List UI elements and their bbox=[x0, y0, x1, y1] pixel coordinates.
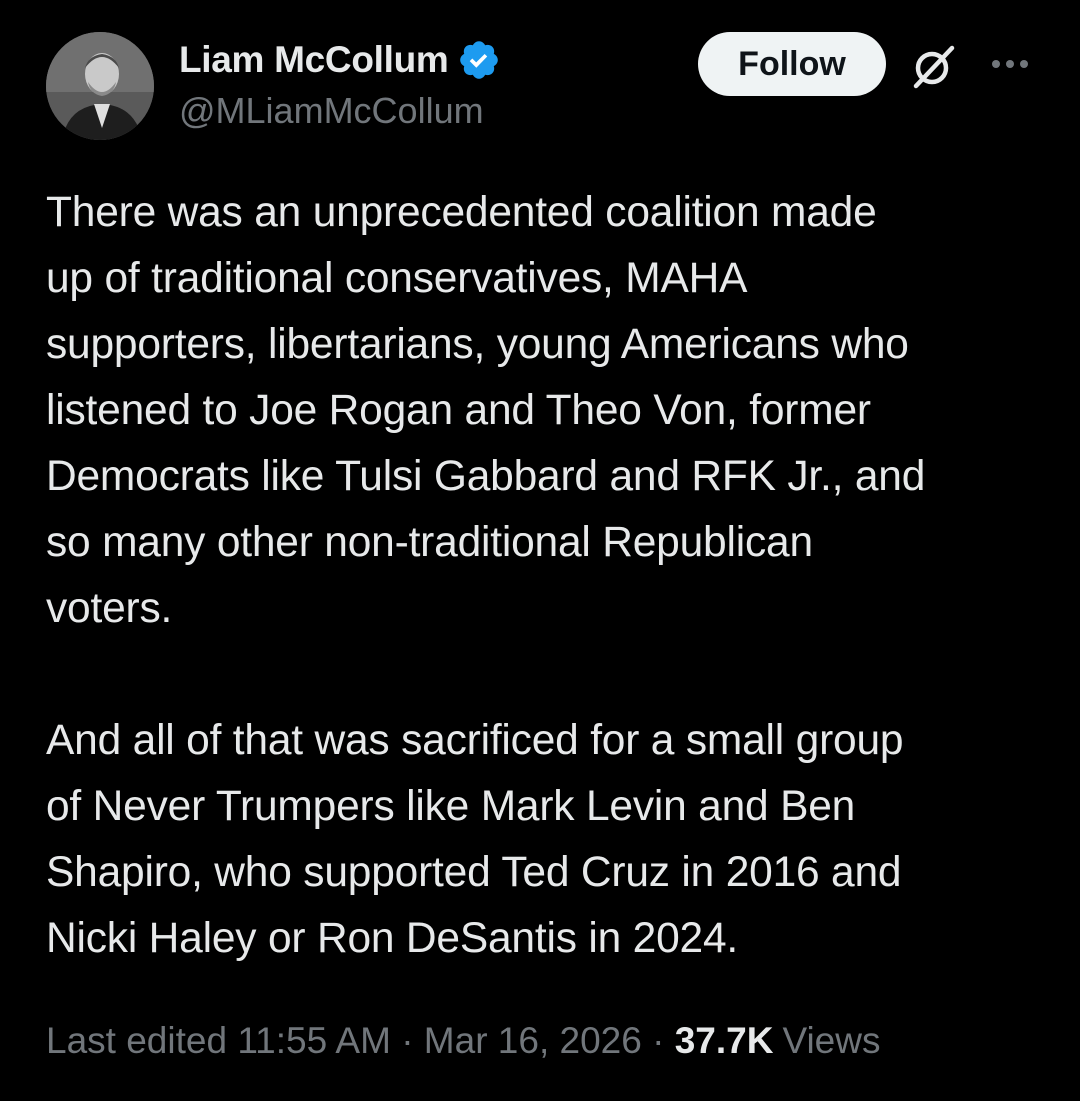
post-time[interactable]: 11:55 AM bbox=[237, 1020, 391, 1061]
meta-separator: · bbox=[401, 1020, 414, 1061]
display-name[interactable]: Liam McCollum bbox=[179, 39, 449, 81]
views-count[interactable]: 37.7K bbox=[675, 1020, 774, 1061]
views-label[interactable]: Views bbox=[782, 1020, 880, 1061]
post-paragraph-2: And all of that was sacrificed for a sma… bbox=[46, 717, 904, 962]
post-meta: Last edited 11:55 AM · Mar 16, 2026 · 37… bbox=[46, 1020, 880, 1062]
avatar[interactable] bbox=[46, 32, 154, 140]
more-icon[interactable] bbox=[986, 52, 1034, 76]
handle[interactable]: @MLiamMcCollum bbox=[179, 90, 501, 132]
verified-badge-icon[interactable] bbox=[457, 38, 501, 82]
grok-icon[interactable] bbox=[908, 40, 960, 92]
post-date[interactable]: Mar 16, 2026 bbox=[424, 1020, 642, 1061]
display-name-row: Liam McCollum bbox=[179, 38, 501, 82]
follow-button[interactable]: Follow bbox=[698, 32, 886, 96]
avatar-image bbox=[46, 32, 154, 140]
post-paragraph-1: There was an unprecedented coalition mad… bbox=[46, 189, 926, 632]
edited-label[interactable]: Last edited bbox=[46, 1020, 227, 1061]
post: Liam McCollum @MLiamMcCollum Follow Ther… bbox=[0, 0, 1080, 1101]
post-header: Liam McCollum @MLiamMcCollum Follow bbox=[46, 30, 1046, 142]
meta-separator: · bbox=[652, 1020, 665, 1061]
author-names: Liam McCollum @MLiamMcCollum bbox=[179, 38, 501, 132]
post-text: There was an unprecedented coalition mad… bbox=[46, 180, 1046, 972]
